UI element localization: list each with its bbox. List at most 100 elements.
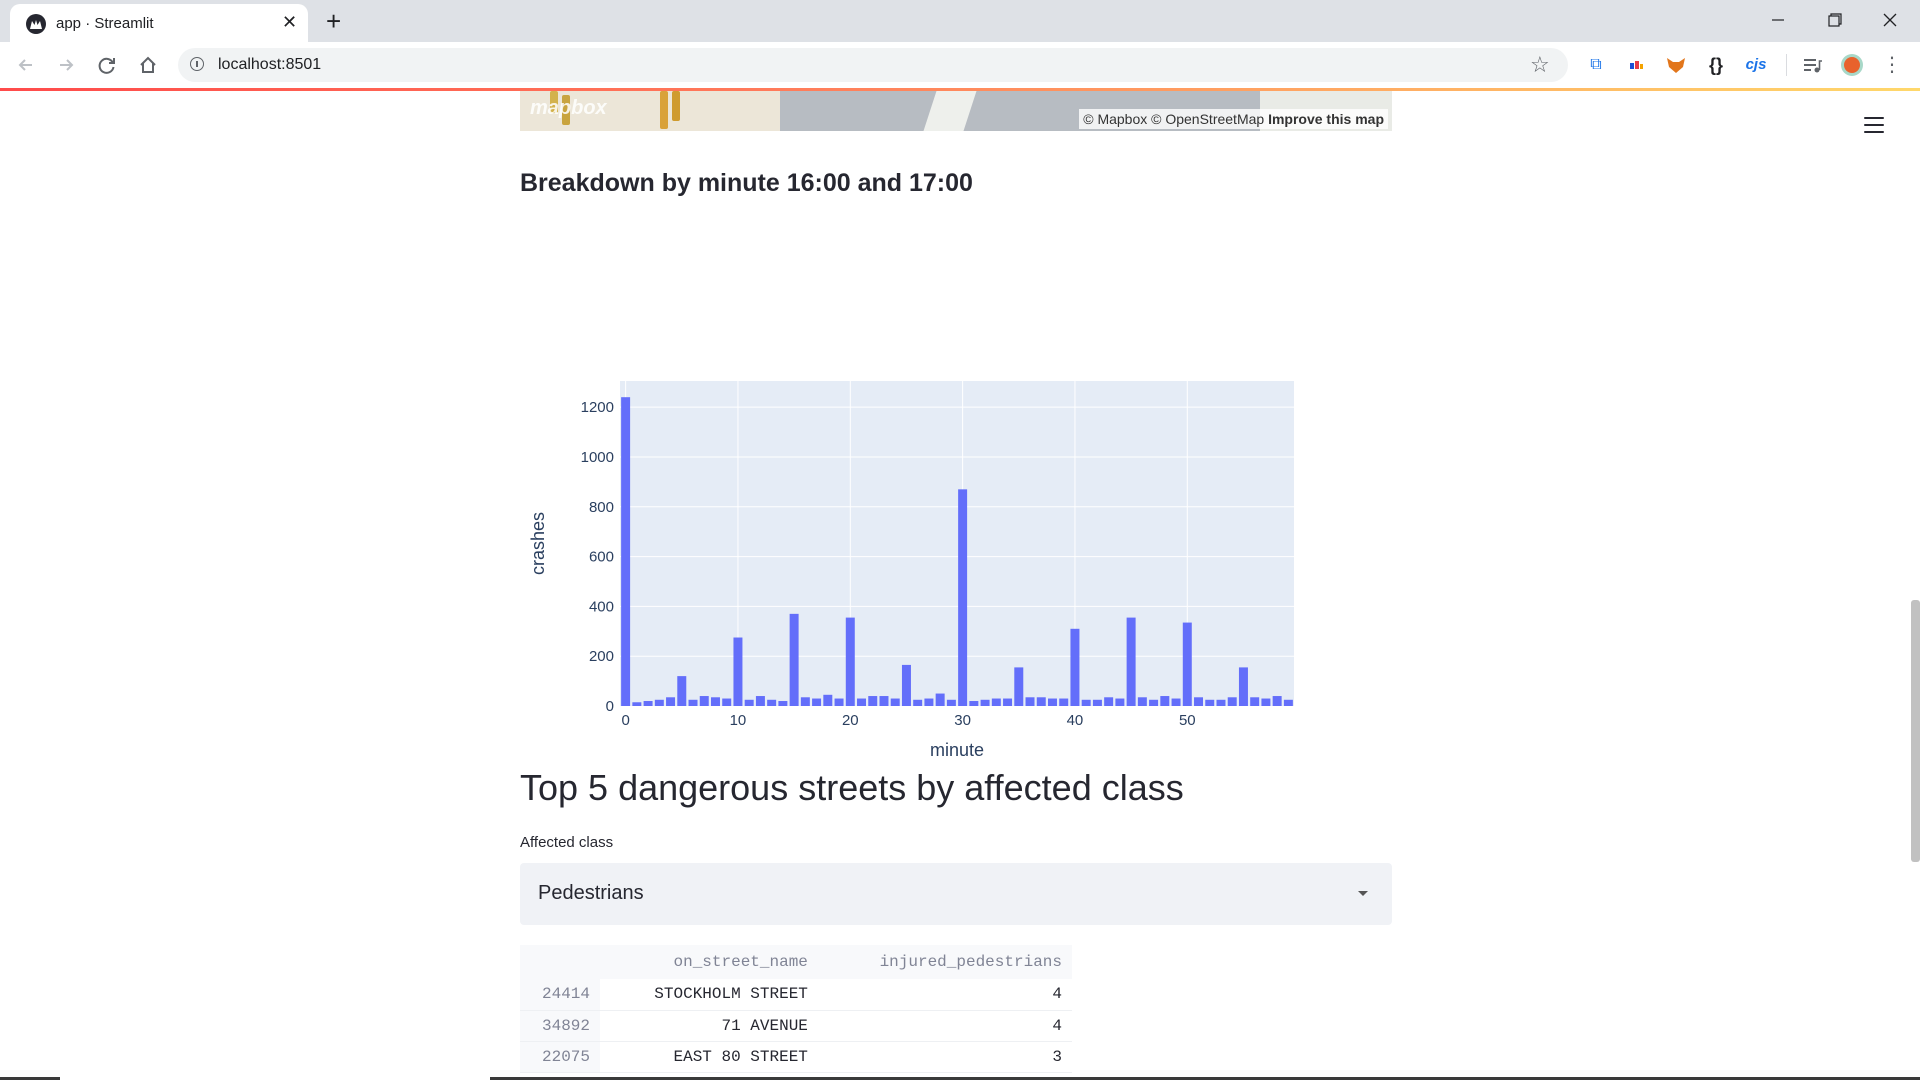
bar-minute-22 bbox=[868, 696, 878, 706]
map-hexagon-column bbox=[660, 91, 668, 129]
bar-minute-46 bbox=[1137, 697, 1147, 706]
count-cell[interactable]: 3 bbox=[818, 1041, 1072, 1072]
bar-minute-57 bbox=[1261, 698, 1271, 706]
streets-dataframe[interactable]: on_street_name injured_pedestrians 24414… bbox=[520, 945, 1072, 1073]
close-window-icon[interactable] bbox=[1870, 6, 1910, 34]
bar-minute-26 bbox=[913, 699, 923, 706]
bar-minute-10 bbox=[733, 637, 743, 706]
bar-minute-37 bbox=[1036, 697, 1046, 706]
bar-minute-47 bbox=[1149, 699, 1159, 706]
column-header-injured[interactable]: injured_pedestrians bbox=[818, 945, 1072, 979]
browser-menu-icon[interactable]: ⋮ bbox=[1880, 53, 1904, 77]
bar-minute-44 bbox=[1115, 698, 1125, 706]
table-row: 22075 EAST 80 STREET 3 bbox=[520, 1041, 1072, 1072]
bar-minute-59 bbox=[1283, 699, 1293, 706]
street-cell[interactable]: EAST 80 STREET bbox=[600, 1041, 818, 1072]
bar-minute-20 bbox=[845, 617, 855, 706]
x-tick-label: 30 bbox=[954, 712, 971, 729]
affected-class-select[interactable]: Pedestrians bbox=[520, 863, 1392, 925]
select-label: Affected class bbox=[520, 834, 614, 851]
bar-minute-34 bbox=[1003, 698, 1013, 706]
bar-minute-31 bbox=[969, 701, 979, 706]
bar-minute-54 bbox=[1227, 697, 1237, 706]
improve-map-link[interactable]: Improve this map bbox=[1268, 111, 1384, 127]
bar-minute-52 bbox=[1205, 699, 1215, 706]
bar-minute-16 bbox=[800, 697, 810, 706]
browser-toolbar: localhost:8501 ☆ ⧉ {} cjs ⋮ bbox=[0, 42, 1920, 88]
streamlit-favicon-icon bbox=[26, 14, 46, 34]
x-tick-label: 40 bbox=[1067, 712, 1084, 729]
bar-minute-19 bbox=[834, 698, 844, 706]
bar-minute-12 bbox=[755, 696, 765, 706]
bar-minute-17 bbox=[812, 698, 822, 706]
tab-title: app · Streamlit bbox=[56, 15, 154, 32]
street-cell[interactable]: STOCKHOLM STREET bbox=[600, 979, 818, 1010]
fox-icon[interactable] bbox=[1664, 53, 1688, 77]
minimize-icon[interactable] bbox=[1758, 6, 1798, 34]
bar-minute-27 bbox=[924, 698, 934, 706]
map-road bbox=[923, 91, 977, 131]
color-icon[interactable] bbox=[1624, 53, 1648, 77]
bar-minute-50 bbox=[1182, 622, 1192, 706]
bar-minute-56 bbox=[1250, 697, 1260, 706]
streamlit-app: mapbox © Mapbox © OpenStreetMap Improve … bbox=[0, 91, 1920, 1080]
hamburger-menu-icon[interactable] bbox=[1864, 117, 1884, 134]
bar-minute-32 bbox=[980, 699, 990, 706]
reload-icon[interactable] bbox=[93, 51, 121, 79]
back-icon[interactable] bbox=[12, 51, 40, 79]
cjs-icon[interactable]: cjs bbox=[1744, 53, 1768, 77]
table-row: 24414 STOCKHOLM STREET 4 bbox=[520, 979, 1072, 1010]
y-tick-label: 200 bbox=[589, 648, 614, 665]
bar-minute-7 bbox=[699, 696, 709, 706]
restore-icon[interactable] bbox=[1814, 6, 1854, 34]
bar-minute-42 bbox=[1092, 699, 1102, 706]
toolbar-divider bbox=[1786, 54, 1787, 76]
forward-icon[interactable] bbox=[52, 51, 80, 79]
bar-minute-49 bbox=[1171, 698, 1181, 706]
site-info-icon[interactable] bbox=[190, 57, 204, 71]
bar-minute-4 bbox=[666, 697, 676, 706]
bar-minute-53 bbox=[1216, 699, 1226, 706]
count-cell[interactable]: 4 bbox=[818, 1010, 1072, 1041]
breakdown-subheader: Breakdown by minute 16:00 and 17:00 bbox=[520, 169, 973, 197]
bar-minute-13 bbox=[767, 699, 777, 706]
index-header bbox=[520, 945, 600, 979]
bar-minute-3 bbox=[654, 699, 664, 706]
bar-minute-29 bbox=[946, 699, 956, 706]
browser-tabstrip: app · Streamlit ✕ + bbox=[0, 0, 1920, 42]
address-bar[interactable]: localhost:8501 ☆ bbox=[178, 48, 1568, 82]
bar-minute-48 bbox=[1160, 696, 1170, 706]
bar-minute-51 bbox=[1194, 697, 1204, 706]
translate-icon[interactable]: ⧉ bbox=[1584, 53, 1608, 77]
new-tab-icon[interactable]: + bbox=[326, 8, 341, 34]
url-text[interactable]: localhost:8501 bbox=[218, 56, 321, 74]
bar-minute-5 bbox=[677, 676, 687, 706]
bar-minute-24 bbox=[890, 698, 900, 706]
page-scrollbar[interactable] bbox=[1911, 600, 1920, 862]
column-header-street[interactable]: on_street_name bbox=[600, 945, 818, 979]
tab-close-icon[interactable]: ✕ bbox=[282, 13, 297, 31]
y-tick-label: 1000 bbox=[581, 449, 614, 466]
bar-minute-23 bbox=[879, 696, 889, 706]
bar-minute-35 bbox=[1014, 667, 1024, 706]
playlist-icon[interactable] bbox=[1800, 53, 1824, 77]
map-bottom-strip[interactable]: mapbox © Mapbox © OpenStreetMap Improve … bbox=[520, 91, 1392, 131]
select-value: Pedestrians bbox=[538, 882, 644, 904]
home-icon[interactable] bbox=[134, 51, 162, 79]
browser-tab[interactable]: app · Streamlit ✕ bbox=[10, 4, 308, 42]
minute-bar-chart[interactable]: 0 200 400 600 800 1000 1200 0 10 20 30 40 50 minute cr… bbox=[520, 271, 1392, 771]
count-cell[interactable]: 4 bbox=[818, 979, 1072, 1010]
y-axis-label: crashes bbox=[528, 512, 548, 575]
bar-minute-21 bbox=[857, 698, 867, 706]
row-index: 34892 bbox=[520, 1010, 600, 1041]
avatar-icon[interactable] bbox=[1840, 53, 1864, 77]
street-cell[interactable]: 71 AVENUE bbox=[600, 1010, 818, 1041]
bookmark-star-icon[interactable]: ☆ bbox=[1530, 52, 1550, 78]
map-attribution-text[interactable]: © Mapbox © OpenStreetMap bbox=[1083, 111, 1264, 127]
table-row: 34892 71 AVENUE 4 bbox=[520, 1010, 1072, 1041]
bar-minute-0 bbox=[621, 397, 631, 706]
bar-minute-43 bbox=[1104, 697, 1114, 706]
y-tick-label: 1200 bbox=[581, 399, 614, 416]
braces-icon[interactable]: {} bbox=[1704, 53, 1728, 77]
bar-minute-14 bbox=[778, 701, 788, 706]
